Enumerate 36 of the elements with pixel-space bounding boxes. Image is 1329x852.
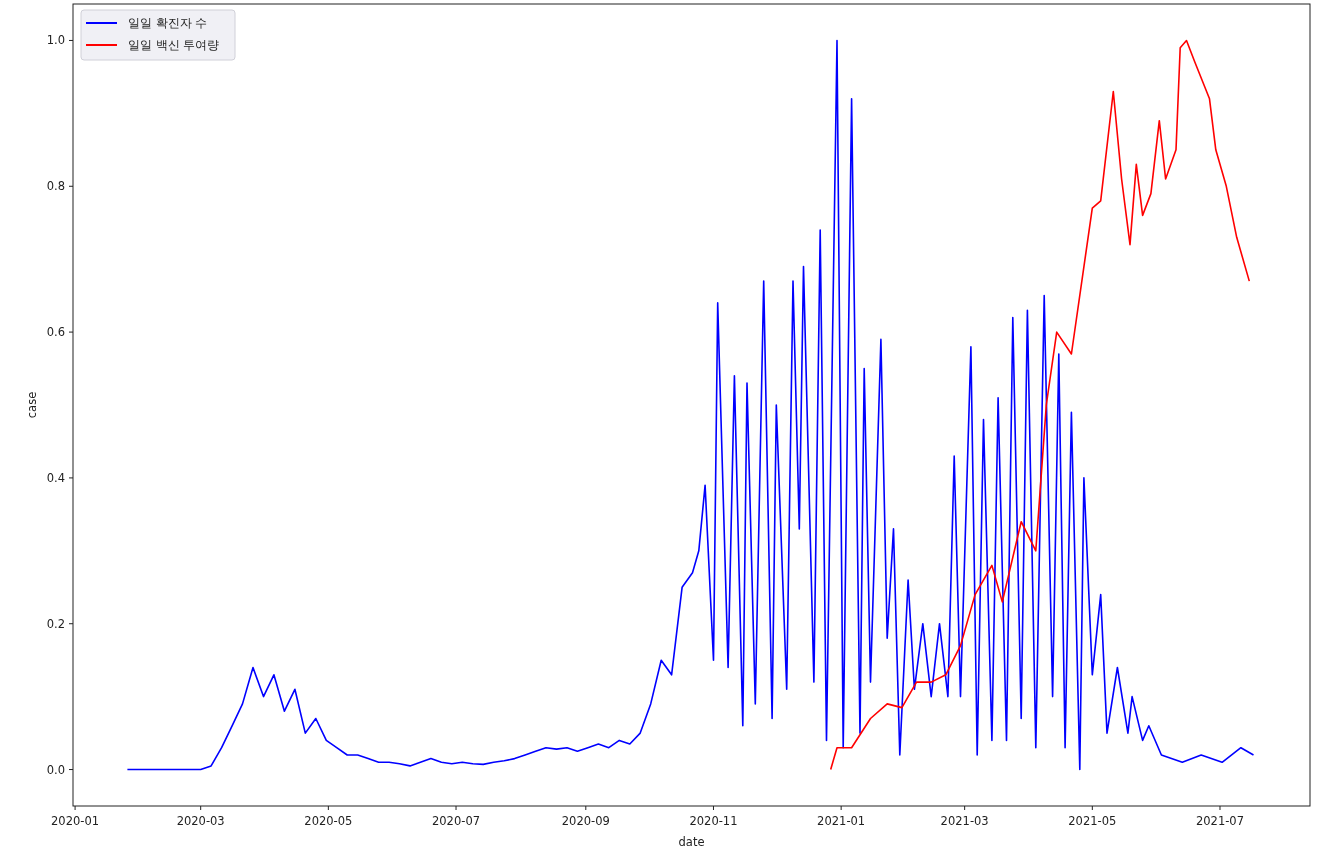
tick-mark (455, 805, 457, 811)
tick-label: 2021-03 (940, 814, 989, 828)
tick-mark (327, 805, 329, 811)
tick-label: 2020-09 (561, 814, 610, 828)
tick-mark (68, 769, 74, 771)
tick-label: 0.4 (46, 470, 65, 485)
tick-label: 2020-05 (304, 814, 353, 828)
tick-mark (68, 39, 74, 41)
tick-label: 0.6 (46, 325, 65, 340)
tick-mark (840, 805, 842, 811)
tick-label: 0.8 (46, 179, 65, 194)
tick-mark (713, 805, 714, 811)
tick-mark (68, 623, 74, 625)
legend-label: 일일 확진자 수 (128, 16, 208, 30)
tick-label: 2021-05 (1068, 814, 1117, 828)
tick-mark (200, 805, 202, 811)
tick-mark (68, 331, 74, 333)
x-axis-label: date (678, 835, 705, 849)
tick-label: 1.0 (46, 33, 65, 48)
tick-label: 2020-11 (689, 814, 738, 828)
legend-label: 일일 백신 투여량 (128, 38, 220, 52)
tick-mark (1091, 805, 1093, 811)
tick-label: 2020-03 (176, 814, 225, 828)
tick-label: 2020-01 (51, 814, 100, 828)
tick-mark (585, 805, 587, 811)
tick-mark (964, 805, 966, 811)
tick-mark (68, 185, 74, 187)
tick-label: 2021-07 (1195, 814, 1245, 828)
tick-mark (1219, 805, 1221, 811)
tick-label: 0.2 (46, 616, 65, 631)
tick-label: 2020-07 (432, 814, 481, 828)
y-axis-label: case (25, 391, 39, 419)
tick-mark (74, 805, 76, 811)
tick-label: 0.0 (46, 762, 65, 777)
tick-label: 2021-01 (817, 814, 866, 828)
tick-mark (68, 477, 74, 479)
